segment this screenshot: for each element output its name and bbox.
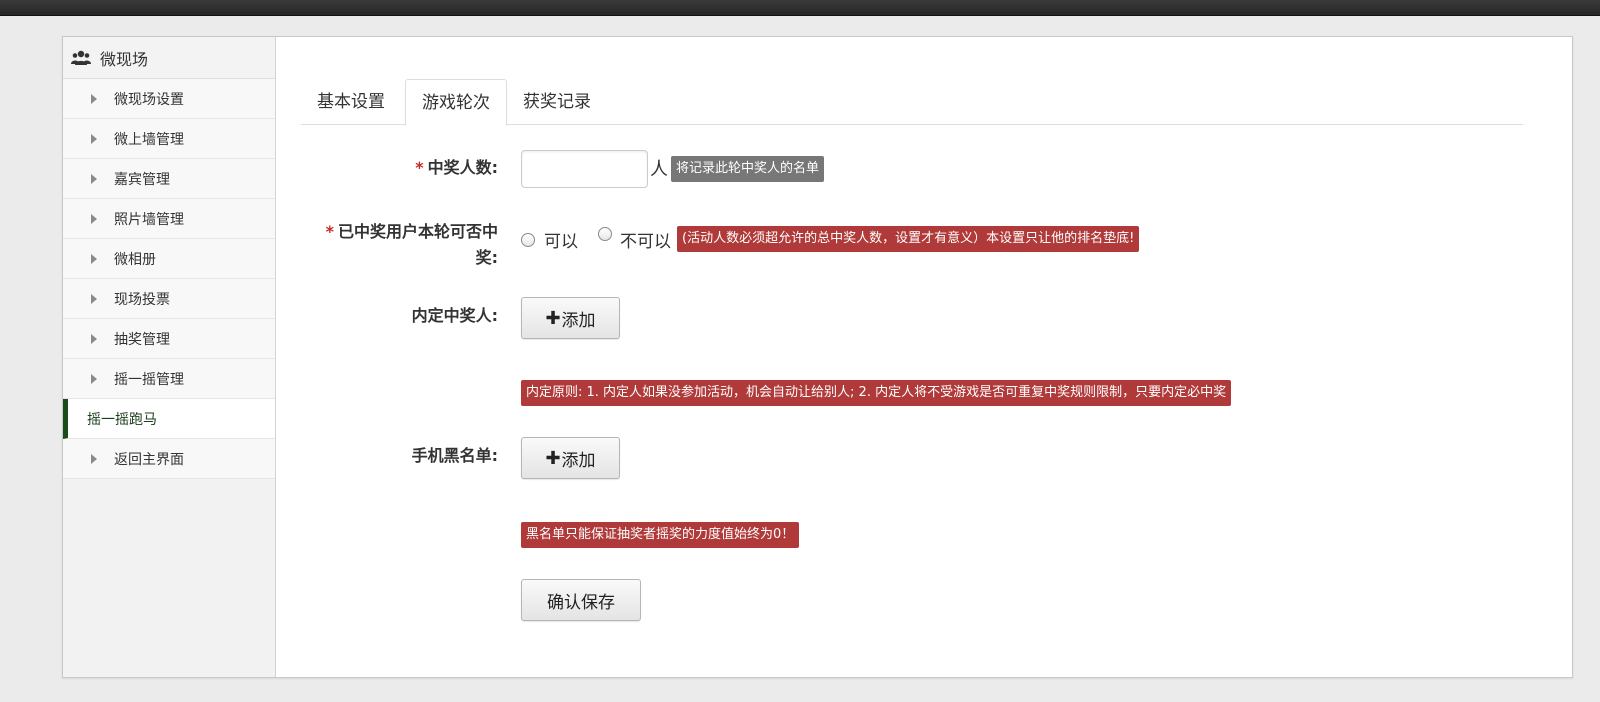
winners-count-input[interactable]: [521, 150, 648, 188]
repeat-win-yes-radio[interactable]: [521, 233, 535, 247]
tab-label: 游戏轮次: [422, 93, 490, 113]
sidebar-item-label: 微上墙管理: [114, 131, 184, 148]
sidebar-item-back-home[interactable]: 返回主界面: [63, 439, 275, 479]
button-label: 添加: [561, 310, 596, 331]
main-content: 基本设置 游戏轮次 获奖记录 * 中奖人数: 人 将记录此轮中奖人的名单 * 已中奖…: [276, 37, 1572, 677]
tab-bar: 基本设置 游戏轮次 获奖记录: [301, 79, 1523, 126]
tab-basic-settings[interactable]: 基本设置: [301, 79, 401, 125]
repeat-win-hint: (活动人数必须超允许的总中奖人数，设置才有意义）本设置只让他的排名垫底!: [677, 226, 1140, 252]
sidebar-item-label: 现场投票: [114, 291, 170, 308]
sidebar-item-label: 摇一摇跑马: [87, 411, 157, 428]
repeat-win-yes-label[interactable]: 可以: [544, 227, 578, 252]
caret-right-icon: [91, 453, 97, 464]
add-blacklist-button[interactable]: ✚ 添加: [521, 437, 620, 479]
sidebar-item-label: 微现场设置: [114, 91, 184, 108]
sidebar-title: 微现场: [100, 49, 149, 69]
sidebar-item-label: 摇一摇管理: [114, 371, 184, 388]
sidebar-item-shake-race[interactable]: 摇一摇跑马: [63, 399, 275, 439]
sidebar-item-label: 嘉宾管理: [114, 171, 170, 188]
phone-blacklist-note: 黑名单只能保证抽奖者摇奖的力度值始终为0！: [521, 522, 800, 548]
button-label: 添加: [561, 450, 596, 471]
sidebar-item-label: 照片墙管理: [114, 211, 184, 228]
repeat-win-label: * 已中奖用户本轮可否中 奖:: [325, 222, 498, 267]
preset-winners-note: 内定原则: 1. 内定人如果没参加活动，机会自动让给别人; 2. 内定人将不受游…: [521, 380, 1232, 406]
caret-right-icon: [91, 253, 97, 264]
caret-right-icon: [91, 333, 97, 344]
repeat-win-no-radio[interactable]: [598, 227, 612, 241]
caret-right-icon: [91, 173, 97, 184]
winners-count-hint: 将记录此轮中奖人的名单: [671, 156, 825, 182]
sidebar-item-shake[interactable]: 摇一摇管理: [63, 359, 275, 399]
winners-count-label: * 中奖人数:: [415, 158, 498, 177]
save-button[interactable]: 确认保存: [521, 579, 641, 621]
plus-icon: ✚: [545, 307, 561, 329]
sidebar-header: 微现场: [63, 37, 275, 79]
sidebar-item-label: 微相册: [114, 251, 156, 268]
sidebar-item-lottery[interactable]: 抽奖管理: [63, 319, 275, 359]
sidebar-item-voting[interactable]: 现场投票: [63, 279, 275, 319]
required-mark: *: [415, 158, 424, 177]
winners-count-unit: 人: [650, 159, 668, 180]
button-label: 确认保存: [547, 592, 615, 613]
tab-label: 获奖记录: [523, 92, 591, 112]
top-bar: [0, 0, 1600, 16]
tab-label: 基本设置: [317, 92, 385, 112]
add-preset-winner-button[interactable]: ✚ 添加: [521, 297, 620, 339]
sidebar-item-album[interactable]: 微相册: [63, 239, 275, 279]
sidebar-item-label: 抽奖管理: [114, 331, 170, 348]
caret-right-icon: [91, 293, 97, 304]
preset-winners-label: 内定中奖人:: [411, 306, 498, 325]
caret-right-icon: [91, 133, 97, 144]
sidebar-item-wall[interactable]: 微上墙管理: [63, 119, 275, 159]
plus-icon: ✚: [545, 447, 561, 469]
caret-right-icon: [91, 213, 97, 224]
page-container: 微现场 微现场设置 微上墙管理 嘉宾管理 照片墙管理 微相册 现场投票 抽奖管理…: [62, 36, 1573, 678]
tab-game-rounds[interactable]: 游戏轮次: [405, 79, 507, 126]
sidebar: 微现场 微现场设置 微上墙管理 嘉宾管理 照片墙管理 微相册 现场投票 抽奖管理…: [63, 37, 276, 677]
phone-blacklist-label: 手机黑名单:: [411, 446, 498, 465]
users-icon: [71, 50, 91, 65]
sidebar-item-label: 返回主界面: [114, 451, 184, 468]
repeat-win-no-label[interactable]: 不可以: [620, 227, 671, 252]
caret-right-icon: [91, 93, 97, 104]
sidebar-item-photo-wall[interactable]: 照片墙管理: [63, 199, 275, 239]
caret-right-icon: [91, 373, 97, 384]
sidebar-item-live-settings[interactable]: 微现场设置: [63, 79, 275, 119]
sidebar-item-guests[interactable]: 嘉宾管理: [63, 159, 275, 199]
tab-award-records[interactable]: 获奖记录: [507, 79, 607, 125]
required-mark: *: [325, 222, 334, 241]
